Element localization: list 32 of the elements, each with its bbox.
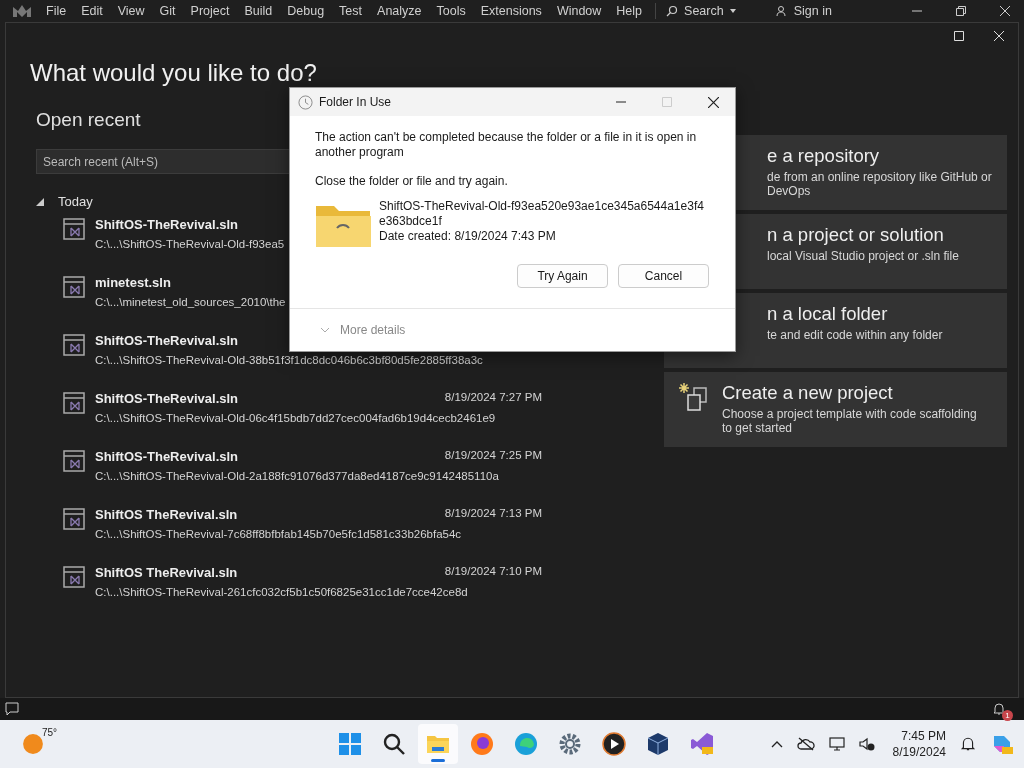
section-heading: Open recent	[36, 109, 142, 131]
action-description: de from an online repository like GitHub or	[767, 170, 992, 184]
action-description: Choose a project template with code scaffolding	[722, 407, 977, 421]
modified-date: 8/19/2024 7:25 PM	[444, 449, 542, 463]
action-description: to get started	[722, 421, 794, 435]
modified-date: 8/19/2024 7:13 PM	[444, 507, 542, 521]
dialog-title: Folder In Use	[319, 95, 392, 109]
action-description: DevOps	[767, 184, 812, 198]
solution-path: C:\...\ShiftOS-TheRevival-Old-38b51f3f1dc8dc046b6c3bf80d5fe2885ff38a3c	[95, 354, 484, 366]
action-description: local Visual Studio project or .sln file	[767, 249, 959, 263]
notification-count: 1	[1002, 710, 1013, 721]
solution-path: C:\...\ShiftOS-TheRevival-Old-f93ea5	[95, 238, 286, 250]
action-description: te and edit code within any folder	[767, 328, 943, 342]
action-title: Create a new project	[722, 382, 894, 404]
date-created: Date created: 8/19/2024 7:43 PM	[379, 229, 557, 244]
temperature: 75°	[42, 727, 58, 738]
action-title: n a local folder	[767, 303, 889, 325]
action-title: e a repository	[767, 145, 881, 167]
search-label: Search	[684, 4, 724, 18]
dialog-instruction: Close the folder or file and try again.	[315, 174, 509, 189]
solution-path: C:\...\ShiftOS-TheRevival-Old-2a188fc91076d377da8ed4187ce9c9142485110a	[95, 470, 500, 482]
more-details-label: More details	[340, 323, 406, 337]
page-title: What would you like to do?	[30, 59, 318, 87]
modified-date: 8/19/2024 7:10 PM	[444, 565, 542, 579]
modified-date: 8/19/2024 7:27 PM	[444, 391, 542, 405]
action-title: n a project or solution	[767, 224, 945, 246]
sign-in-label: Sign in	[793, 4, 832, 18]
solution-path: C:\...\ShiftOS-TheRevival-Old-06c4f15bdb7dd27cec004fad6b19d4cecb2461e9	[95, 412, 497, 424]
group-label: Today	[58, 194, 93, 209]
solution-path: C:\...\ShiftOS-TheRevival-261cfc032cf5b1c50f6825e31cc1de7cce42ce8d	[95, 586, 469, 598]
solution-path: C:\...\minetest_old_sources_2010\the	[95, 296, 287, 308]
solution-path: C:\...\ShiftOS-TheRevival-7c68ff8bfbfab145b70e5fc1d581c33b26bfa54c	[95, 528, 463, 540]
